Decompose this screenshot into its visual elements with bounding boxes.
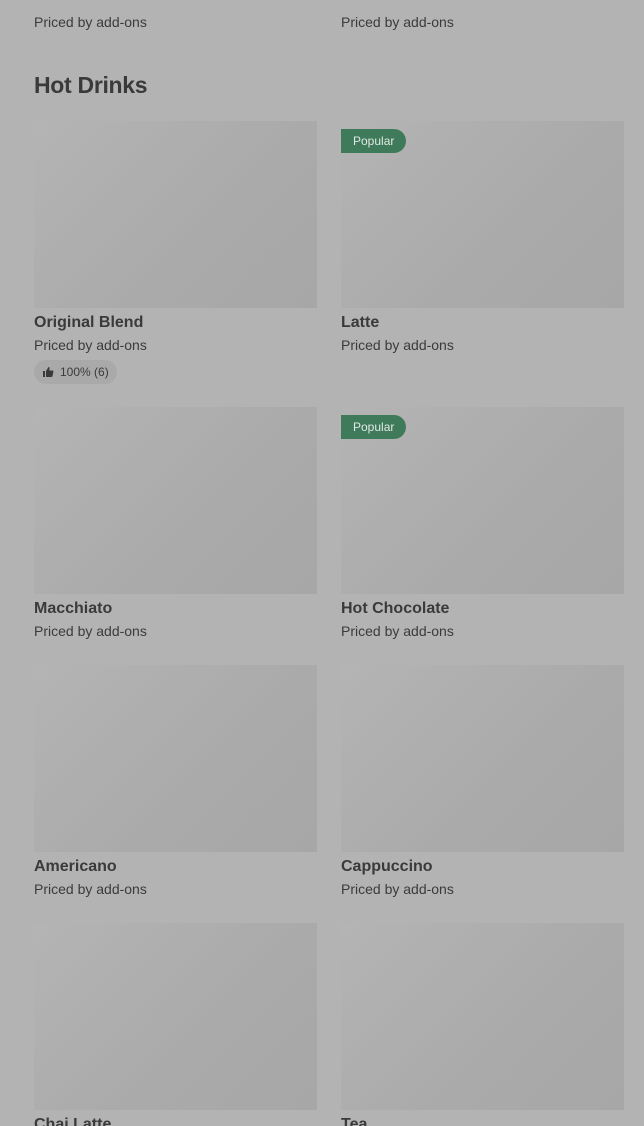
item-image bbox=[341, 923, 624, 1110]
item-name: Cappuccino bbox=[341, 858, 433, 875]
item-name: Americano bbox=[34, 858, 117, 875]
item-price: Priced by add-ons bbox=[34, 881, 147, 897]
menu-item-tea[interactable]: Tea bbox=[341, 923, 624, 1126]
item-image bbox=[34, 665, 317, 852]
previous-item-price: Priced by add-ons bbox=[341, 14, 454, 30]
item-name: Latte bbox=[341, 314, 380, 331]
previous-item-2[interactable]: Priced by add-ons bbox=[341, 0, 624, 31]
previous-section-tail: Priced by add-ons Priced by add-ons bbox=[0, 0, 644, 30]
menu-item-hot-chocolate[interactable]: Popular Hot Chocolate Priced by add-ons bbox=[341, 407, 624, 640]
item-image: Popular bbox=[341, 121, 624, 308]
popular-badge: Popular bbox=[341, 415, 407, 439]
item-price: Priced by add-ons bbox=[34, 623, 147, 639]
thumbs-up-icon bbox=[42, 366, 54, 378]
item-image bbox=[34, 121, 317, 308]
item-price: Priced by add-ons bbox=[341, 881, 454, 897]
previous-item-name bbox=[34, 0, 317, 7]
item-image bbox=[34, 407, 317, 594]
previous-item-name bbox=[341, 0, 624, 7]
menu-item-macchiato[interactable]: Macchiato Priced by add-ons bbox=[34, 407, 317, 640]
menu-item-original-blend[interactable]: Original Blend Priced by add-ons 100% (6… bbox=[34, 121, 317, 384]
item-image bbox=[341, 665, 624, 852]
item-price: Priced by add-ons bbox=[34, 337, 147, 353]
popular-badge: Popular bbox=[341, 129, 407, 153]
menu-page: Priced by add-ons Priced by add-ons Hot … bbox=[0, 0, 644, 1126]
rating-text: 100% (6) bbox=[60, 365, 109, 379]
previous-item-price: Priced by add-ons bbox=[34, 14, 147, 30]
previous-item-1[interactable]: Priced by add-ons bbox=[34, 0, 317, 31]
item-name: Tea bbox=[341, 1116, 368, 1126]
menu-item-americano[interactable]: Americano Priced by add-ons bbox=[34, 665, 317, 898]
item-price: Priced by add-ons bbox=[341, 337, 454, 353]
menu-item-latte[interactable]: Popular Latte Priced by add-ons bbox=[341, 121, 624, 354]
item-name: Hot Chocolate bbox=[341, 600, 450, 617]
menu-item-cappuccino[interactable]: Cappuccino Priced by add-ons bbox=[341, 665, 624, 898]
menu-item-chai-latte[interactable]: Chai Latte bbox=[34, 923, 317, 1126]
section-title: Hot Drinks bbox=[34, 72, 148, 98]
item-name: Chai Latte bbox=[34, 1116, 112, 1126]
item-name: Original Blend bbox=[34, 314, 144, 331]
rating-badge: 100% (6) bbox=[34, 360, 117, 384]
item-name: Macchiato bbox=[34, 600, 113, 617]
item-image bbox=[34, 923, 317, 1110]
item-image: Popular bbox=[341, 407, 624, 594]
item-price: Priced by add-ons bbox=[341, 623, 454, 639]
